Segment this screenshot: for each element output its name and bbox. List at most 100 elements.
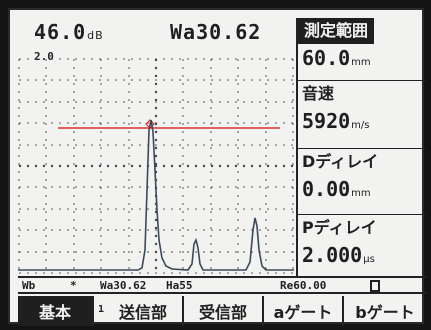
- grid-dot: [203, 272, 205, 274]
- grid-dot: [243, 144, 245, 146]
- grid-dot: [267, 122, 269, 124]
- grid-dot: [139, 186, 141, 188]
- grid-dot: [139, 208, 141, 210]
- grid-dot: [292, 267, 294, 269]
- grid-dot: [131, 58, 133, 60]
- grid-dot: [59, 229, 61, 231]
- grid-dot: [163, 272, 165, 274]
- grid-dot: [291, 144, 293, 146]
- grid-dot: [210, 67, 212, 69]
- grid-dot: [275, 79, 277, 81]
- menu-receiver-button[interactable]: 受信部: [184, 296, 264, 326]
- grid-dot: [138, 164, 142, 168]
- grid-dot: [100, 179, 102, 181]
- grid-dot: [283, 186, 285, 188]
- grid-dot: [235, 186, 237, 188]
- p-delay-cell[interactable]: Pディレイ 2.000μs: [296, 214, 426, 276]
- grid-dot: [265, 219, 267, 221]
- grid-dot: [18, 99, 20, 101]
- grid-dot: [123, 208, 125, 210]
- grid-dot: [18, 83, 20, 85]
- range-cell[interactable]: 測定範囲 60.0mm: [296, 18, 426, 74]
- grid-dot: [154, 138, 158, 142]
- grid-dot: [283, 251, 285, 253]
- grid-dot: [211, 272, 213, 274]
- grid-dot: [265, 67, 267, 69]
- grid-dot: [35, 122, 37, 124]
- grid-dot: [267, 186, 269, 188]
- grid-dot: [73, 179, 75, 181]
- grid-dot: [107, 208, 109, 210]
- grid-dot: [50, 164, 54, 168]
- status-marker: *: [70, 279, 77, 292]
- grid-dot: [73, 139, 75, 141]
- grid-dot: [45, 107, 47, 109]
- grid-dot: [267, 101, 269, 103]
- grid-dot: [237, 115, 239, 117]
- grid-dot: [58, 164, 62, 168]
- grid-dot: [237, 203, 239, 205]
- grid-dot: [59, 79, 61, 81]
- grid-dot: [290, 164, 294, 168]
- grid-dot: [128, 171, 130, 173]
- grid-dot: [59, 58, 61, 60]
- menu-a-gate-button[interactable]: aゲート: [264, 296, 344, 326]
- grid-dot: [73, 219, 75, 221]
- grid-dot: [123, 101, 125, 103]
- grid-dot: [227, 208, 229, 210]
- grid-dot: [292, 259, 294, 261]
- grid-dot: [128, 83, 130, 85]
- grid-dot: [35, 229, 37, 231]
- flaw-detector-screen: 46.0dB 2.0 Wa30.62 測定範囲 60.0mm 音速 5920m/…: [0, 0, 431, 330]
- grid-dot: [267, 208, 269, 210]
- grid-dot: [154, 154, 158, 158]
- velocity-cell[interactable]: 音速 5920m/s: [296, 80, 426, 146]
- grid-dot: [27, 144, 29, 146]
- grid-dot: [73, 259, 75, 261]
- d-delay-cell[interactable]: Dディレイ 0.00mm: [296, 148, 426, 212]
- grid-dot: [179, 58, 181, 60]
- grid-dot: [182, 107, 184, 109]
- grid-dot: [27, 101, 29, 103]
- grid-dot: [100, 139, 102, 141]
- grid-dot: [211, 101, 213, 103]
- grid-dot: [182, 227, 184, 229]
- grid-dot: [237, 211, 239, 213]
- grid-dot: [171, 208, 173, 210]
- menu-basic-button[interactable]: 基本: [18, 296, 94, 326]
- grid-dot: [265, 91, 267, 93]
- grid-dot: [219, 101, 221, 103]
- grid-dot: [18, 243, 20, 245]
- grid-dot: [265, 235, 267, 237]
- grid-dot: [291, 101, 293, 103]
- menu-transmitter-button[interactable]: 送信部: [104, 296, 184, 326]
- grid-dot: [155, 122, 157, 124]
- grid-dot: [235, 229, 237, 231]
- grid-dot: [292, 163, 294, 165]
- grid-dot: [19, 101, 21, 103]
- grid-dot: [128, 203, 130, 205]
- grid-dot: [237, 259, 239, 261]
- grid-dot: [259, 144, 261, 146]
- grid-dot: [73, 171, 75, 173]
- grid-dot: [275, 208, 277, 210]
- grid-dot: [163, 186, 165, 188]
- grid-dot: [98, 164, 102, 168]
- grid-dot: [235, 208, 237, 210]
- grid-dot: [235, 101, 237, 103]
- grid-dot: [35, 272, 37, 274]
- grid-dot: [73, 203, 75, 205]
- grid-dot: [219, 251, 221, 253]
- menu-b-gate-button[interactable]: bゲート: [344, 296, 426, 326]
- grid-dot: [67, 229, 69, 231]
- grid-dot: [251, 79, 253, 81]
- grid-dot: [237, 219, 239, 221]
- grid-dot: [237, 123, 239, 125]
- grid-dot: [19, 251, 21, 253]
- grid-dot: [107, 101, 109, 103]
- grid-dot: [27, 122, 29, 124]
- grid-dot: [83, 122, 85, 124]
- grid-dot: [283, 122, 285, 124]
- grid-dot: [43, 101, 45, 103]
- grid-dot: [123, 144, 125, 146]
